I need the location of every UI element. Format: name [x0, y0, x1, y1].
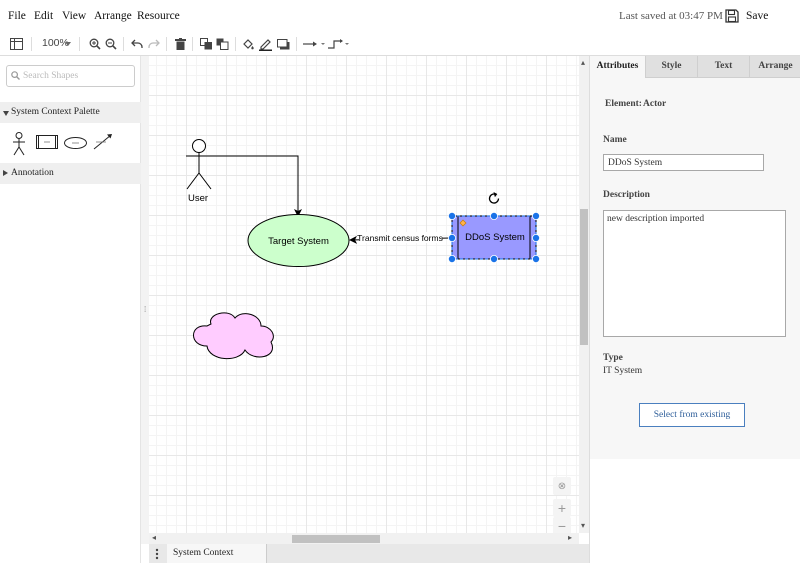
- delete-icon[interactable]: [173, 35, 187, 53]
- toolbar-divider: [31, 37, 32, 51]
- shadow-icon[interactable]: [276, 35, 290, 53]
- toolbar-divider: [235, 37, 236, 51]
- diagram-canvas-area: User Target System Transmit census forms…: [149, 56, 589, 544]
- description-label: Description: [603, 190, 650, 200]
- name-field[interactable]: [603, 154, 764, 171]
- search-icon: [11, 71, 20, 83]
- tab-text[interactable]: Text: [697, 56, 749, 78]
- zoom-in-icon[interactable]: [88, 35, 102, 53]
- annotation-title: Annotation: [11, 168, 54, 178]
- connector-shape-icon[interactable]: [93, 133, 113, 153]
- type-label: Type: [603, 353, 623, 363]
- last-saved-status: Last saved at 03:47 PM: [619, 10, 723, 22]
- diagram-svg: User Target System Transmit census forms…: [186, 139, 540, 359]
- horizontal-scrollbar[interactable]: ◂ ▸: [149, 533, 579, 544]
- menu-file[interactable]: File: [8, 10, 26, 22]
- page-menu-icon[interactable]: [155, 548, 163, 560]
- sidebar-splitter[interactable]: ⁞: [141, 56, 149, 544]
- to-back-icon[interactable]: [215, 35, 229, 53]
- palette-header-system-context[interactable]: System Context Palette: [0, 102, 141, 123]
- save-button[interactable]: Save: [746, 10, 768, 22]
- tab-style[interactable]: Style: [645, 56, 697, 78]
- page-tab-label: System Context: [173, 548, 234, 558]
- splitter-grip-icon[interactable]: ⁞: [144, 305, 146, 314]
- description-field[interactable]: new description imported: [603, 210, 786, 337]
- cloud-shape[interactable]: [193, 312, 274, 359]
- line-color-icon[interactable]: [258, 35, 272, 53]
- triangle-right-icon: [3, 169, 8, 179]
- actor-user[interactable]: [186, 139, 212, 190]
- format-tabs: Attributes Style Text Arrange: [590, 56, 800, 78]
- connection-arrow-icon[interactable]: [302, 35, 326, 53]
- save-icon[interactable]: [724, 8, 740, 24]
- toolbar: 100%: [0, 32, 800, 56]
- scroll-left-icon[interactable]: ◂: [152, 533, 156, 542]
- search-box[interactable]: [6, 65, 135, 87]
- palette-title: System Context Palette: [11, 107, 100, 117]
- chevron-down-icon[interactable]: [64, 35, 72, 53]
- waypoints-icon[interactable]: [328, 35, 350, 53]
- undo-icon[interactable]: [130, 35, 144, 53]
- vertical-scroll-thumb[interactable]: [580, 209, 588, 345]
- element-label: Element:: [605, 99, 642, 109]
- zoom-out-icon[interactable]: [104, 35, 118, 53]
- horizontal-scroll-thumb[interactable]: [292, 535, 380, 543]
- type-value: IT System: [603, 366, 643, 376]
- element-value: Actor: [643, 99, 667, 109]
- rotate-icon[interactable]: [488, 192, 500, 204]
- tab-attributes[interactable]: Attributes: [590, 56, 645, 78]
- edge-label: Transmit census forms: [357, 233, 443, 243]
- to-front-icon[interactable]: [199, 35, 213, 53]
- vertical-scrollbar[interactable]: ▴ ▾: [579, 56, 589, 533]
- toolbar-divider: [123, 37, 124, 51]
- system-box-shape-icon[interactable]: [36, 135, 58, 152]
- fill-color-icon[interactable]: [241, 35, 255, 53]
- menu-edit[interactable]: Edit: [34, 10, 53, 22]
- shape-sidebar: System Context Palette Annotation: [0, 56, 141, 563]
- ellipse-shape-icon[interactable]: [64, 137, 87, 152]
- menu-resource[interactable]: Resource: [137, 10, 180, 22]
- actor-label: User: [188, 193, 208, 204]
- palette-header-annotation[interactable]: Annotation: [0, 163, 141, 184]
- triangle-down-icon: [3, 109, 9, 119]
- page-tab-bar: System Context: [149, 544, 589, 563]
- tab-arrange[interactable]: Arrange: [749, 56, 800, 78]
- ddos-system-label: DDoS System: [465, 232, 525, 243]
- format-panel: Attributes Style Text Arrange Element: A…: [589, 56, 800, 563]
- toolbar-divider: [166, 37, 167, 51]
- format-panel-toggle-icon[interactable]: [8, 35, 24, 53]
- scroll-right-icon[interactable]: ▸: [568, 533, 572, 542]
- toolbar-divider: [296, 37, 297, 51]
- select-from-existing-button[interactable]: Select from existing: [639, 403, 745, 427]
- palette-shapes: [0, 124, 141, 164]
- edge-user-to-target[interactable]: [212, 155, 302, 217]
- canvas-zoom-in-icon[interactable]: +: [553, 499, 571, 517]
- fit-view-icon[interactable]: ⊗: [553, 477, 571, 495]
- diagram-canvas[interactable]: User Target System Transmit census forms…: [149, 56, 579, 535]
- toolbar-divider: [79, 37, 80, 51]
- name-label: Name: [603, 135, 627, 145]
- menu-bar: File Edit View Arrange Resource Last sav…: [0, 0, 800, 32]
- panel-empty-area: [590, 459, 800, 563]
- menu-arrange[interactable]: Arrange: [94, 10, 132, 22]
- toolbar-divider: [192, 37, 193, 51]
- page-tab-system-context[interactable]: System Context: [167, 544, 267, 563]
- scroll-down-icon[interactable]: ▾: [581, 521, 585, 530]
- search-input[interactable]: [23, 69, 131, 83]
- menu-view[interactable]: View: [62, 10, 86, 22]
- scroll-up-icon[interactable]: ▴: [581, 58, 585, 67]
- redo-icon[interactable]: [147, 35, 161, 53]
- actor-shape-icon[interactable]: [11, 132, 27, 159]
- target-system-label: Target System: [268, 236, 329, 247]
